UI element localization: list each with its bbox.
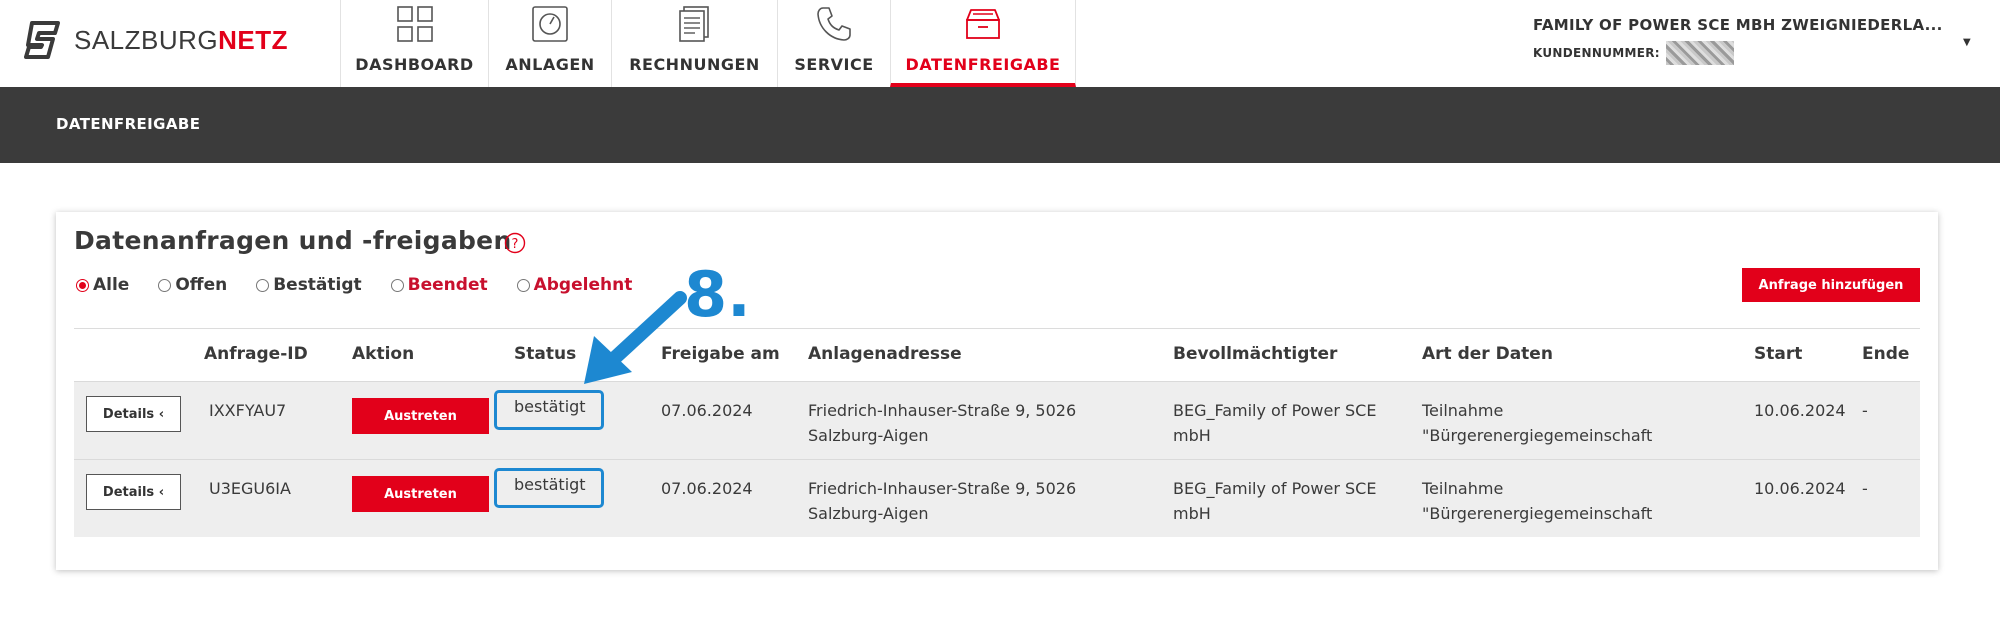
drawer-inbox-icon	[966, 9, 1000, 39]
nav-datenfreigabe[interactable]: DATENFREIGABE	[890, 0, 1076, 87]
data-type: Teilnahme "Bürgerenergiegemeinschaft	[1422, 401, 1653, 445]
request-id: IXXFYAU7	[209, 401, 287, 420]
start-date: 10.06.2024	[1754, 401, 1846, 420]
details-button[interactable]: Details ‹	[86, 474, 181, 510]
account-menu[interactable]: FAMILY OF POWER SCE MBH ZWEIGNIEDERLA...…	[1533, 16, 1943, 65]
request-id: U3EGU6IA	[209, 479, 291, 498]
radio-button[interactable]	[256, 278, 270, 292]
data-type: Teilnahme "Bürgerenergiegemeinschaft	[1422, 479, 1653, 523]
radio-button[interactable]	[390, 278, 404, 292]
details-button[interactable]: Details ‹	[86, 396, 181, 432]
data-requests-card: Datenanfragen und -freigaben ? Alle Offe…	[56, 212, 1938, 570]
nav-anlagen[interactable]: ANLAGEN	[488, 0, 611, 87]
page-subheader: DATENFREIGABE	[0, 87, 2000, 163]
filter-alle[interactable]: Alle	[76, 275, 129, 295]
filter-beendet[interactable]: Beendet	[390, 275, 488, 295]
page-title: DATENFREIGABE	[56, 115, 201, 133]
column-header: Art der Daten	[1422, 344, 1553, 364]
logo-mark-icon	[24, 21, 60, 59]
freigabe-date: 07.06.2024	[661, 401, 753, 420]
dashboard-grid-icon	[396, 6, 433, 42]
phone-icon	[817, 7, 851, 41]
nav-label: SERVICE	[794, 55, 874, 74]
top-bar: SALZBURGNETZ DASHBOARD ANLAGEN RECHNUNGE…	[0, 0, 2000, 87]
customer-number-redacted	[1665, 41, 1734, 65]
column-header: Start	[1754, 344, 1803, 364]
requests-table: Anfrage-ID Aktion Status Freigabe am Anl…	[74, 328, 1920, 537]
svg-text:?: ?	[512, 237, 519, 252]
documents-icon	[678, 6, 709, 42]
filter-label: Alle	[93, 275, 130, 295]
column-header: Anlagenadresse	[808, 344, 962, 364]
arrow-annotation-icon	[584, 291, 687, 384]
column-header: Anfrage-ID	[204, 344, 308, 364]
table-row: Details ‹ U3EGU6IA Austreten bestätigt 0…	[74, 459, 1920, 537]
customer-number-label: KUNDENNUMMER:	[1533, 46, 1660, 60]
filter-bestaetigt[interactable]: Bestätigt	[256, 275, 362, 295]
salzburgnetz-logo[interactable]: SALZBURGNETZ	[22, 19, 288, 61]
status-value: bestätigt	[514, 475, 586, 494]
nav-label: DASHBOARD	[355, 55, 474, 74]
logo-wordmark: SALZBURGNETZ	[74, 24, 289, 55]
table-header: Anfrage-ID Aktion Status Freigabe am Anl…	[74, 328, 1920, 381]
account-name: FAMILY OF POWER SCE MBH ZWEIGNIEDERLA...	[1533, 16, 1943, 34]
radio-button[interactable]	[516, 278, 530, 292]
table-row: Details ‹ IXXFYAU7 Austreten bestätigt 0…	[74, 381, 1920, 459]
authorized-party: BEG_Family of Power SCE mbH	[1173, 401, 1377, 445]
nav-label: ANLAGEN	[505, 55, 595, 74]
nav-label: RECHNUNGEN	[629, 55, 760, 74]
filter-label: Offen	[175, 275, 228, 295]
column-header: Aktion	[352, 344, 415, 364]
chevron-down-icon[interactable]: ▼	[1963, 37, 1971, 48]
end-date: -	[1862, 479, 1868, 498]
authorized-party: BEG_Family of Power SCE mbH	[1173, 479, 1377, 523]
help-icon[interactable]: ?	[504, 232, 526, 254]
column-header: Status	[514, 344, 577, 364]
column-header: Ende	[1862, 344, 1910, 364]
card-title: Datenanfragen und -freigaben	[74, 226, 512, 255]
meter-gauge-icon	[532, 6, 568, 42]
radio-button[interactable]	[158, 278, 172, 292]
austreten-button[interactable]: Austreten	[352, 398, 489, 434]
start-date: 10.06.2024	[1754, 479, 1846, 498]
add-request-button[interactable]: Anfrage hinzufügen	[1742, 268, 1920, 302]
nav-label: DATENFREIGABE	[905, 55, 1061, 74]
column-header: Bevollmächtigter	[1173, 344, 1338, 364]
filter-label: Beendet	[407, 275, 488, 295]
filter-offen[interactable]: Offen	[158, 275, 227, 295]
radio-button[interactable]	[76, 278, 89, 292]
plant-address: Friedrich-Inhauser-Straße 9, 5026 Salzbu…	[808, 479, 1077, 523]
step-number-annotation: 8.	[684, 258, 751, 331]
status-value: bestätigt	[514, 397, 586, 416]
plant-address: Friedrich-Inhauser-Straße 9, 5026 Salzbu…	[808, 401, 1077, 445]
end-date: -	[1862, 401, 1868, 420]
austreten-button[interactable]: Austreten	[352, 476, 489, 512]
nav-dashboard[interactable]: DASHBOARD	[340, 0, 488, 87]
status-filter-group: Alle Offen Bestätigt Beendet Abgelehnt	[76, 275, 661, 295]
nav-rechnungen[interactable]: RECHNUNGEN	[611, 0, 777, 87]
freigabe-date: 07.06.2024	[661, 479, 753, 498]
filter-label: Bestätigt	[273, 275, 362, 295]
nav-service[interactable]: SERVICE	[777, 0, 890, 87]
main-nav: DASHBOARD ANLAGEN RECHNUNGEN SERVICE DAT…	[340, 0, 1076, 87]
